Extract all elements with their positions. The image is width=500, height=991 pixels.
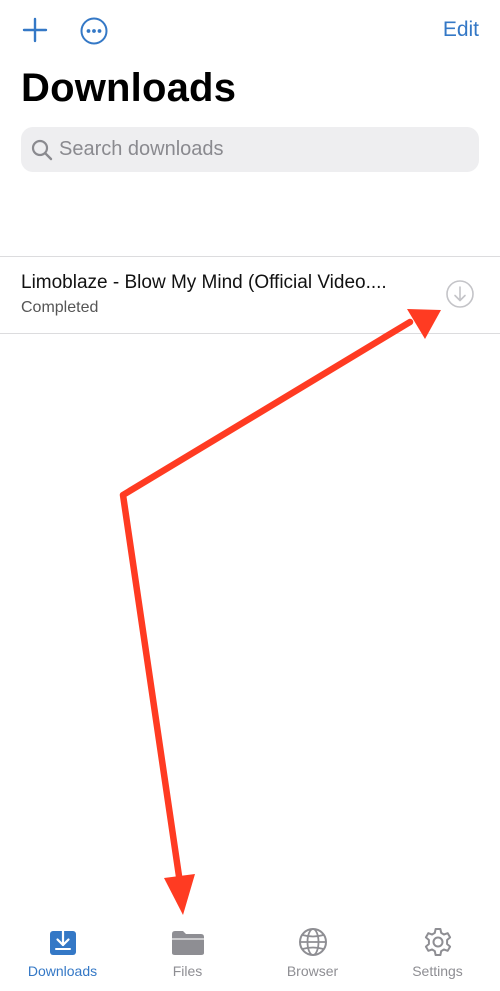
tab-label-files: Files bbox=[172, 963, 203, 979]
tab-bar: Downloads Files Browser Settings bbox=[0, 918, 500, 991]
annotation-arrow-line bbox=[119, 318, 414, 887]
list-bottom-divider bbox=[0, 333, 500, 334]
search-icon bbox=[31, 139, 53, 161]
tab-downloads[interactable]: Downloads bbox=[0, 918, 125, 991]
more-icon[interactable] bbox=[80, 17, 108, 45]
annotation-arrowhead-bottom bbox=[164, 874, 195, 915]
tab-label-browser: Browser bbox=[286, 963, 339, 979]
globe-icon bbox=[299, 928, 327, 956]
plus-icon[interactable] bbox=[22, 17, 48, 43]
edit-button[interactable]: Edit bbox=[443, 18, 479, 42]
tab-label-downloads: Downloads bbox=[27, 963, 98, 979]
tab-label-settings: Settings bbox=[412, 963, 463, 979]
download-circle-icon[interactable] bbox=[445, 279, 475, 309]
search-input[interactable] bbox=[59, 127, 459, 172]
gear-icon bbox=[424, 928, 452, 956]
download-tray-icon bbox=[50, 927, 76, 955]
tab-settings[interactable]: Settings bbox=[375, 918, 500, 991]
download-title: Limoblaze - Blow My Mind (Official Video… bbox=[21, 272, 387, 293]
search-box[interactable] bbox=[21, 127, 479, 172]
download-list-item[interactable]: Limoblaze - Blow My Mind (Official Video… bbox=[0, 257, 500, 333]
top-bar: Edit bbox=[0, 0, 500, 62]
download-status: Completed bbox=[21, 299, 99, 316]
tab-browser[interactable]: Browser bbox=[250, 918, 375, 991]
page-title: Downloads bbox=[21, 66, 237, 110]
folder-icon bbox=[172, 931, 204, 955]
tab-files[interactable]: Files bbox=[125, 918, 250, 991]
